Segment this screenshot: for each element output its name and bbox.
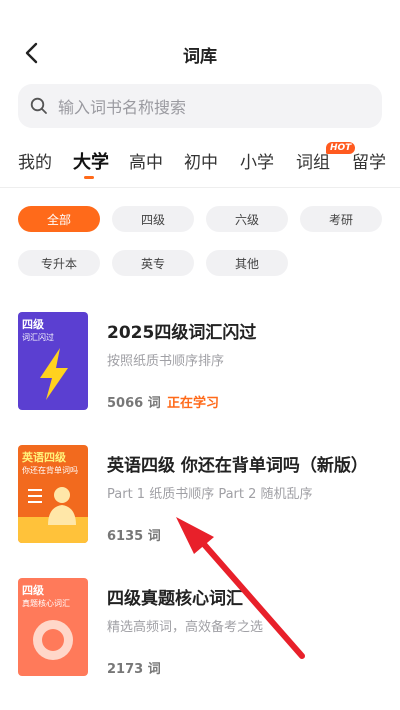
book-title: 2025四级词汇闪过 [107, 323, 257, 343]
word-count: 6135 词 [107, 529, 161, 544]
category-tabs: 我的 大学 高中 初中 小学 词组 HOT 留学 [0, 142, 400, 188]
book-subtitle: 按照纸质书顺序排序 [107, 354, 225, 369]
tab-high-school[interactable]: 高中 [129, 148, 163, 173]
tab-study-abroad[interactable]: 留学 [352, 148, 386, 173]
book-item[interactable]: 英语四级 你还在背单词吗 英语四级 你还在背单词吗（新版） Part 1 纸质书… [18, 445, 382, 545]
active-tab-indicator [84, 176, 94, 179]
person-silhouette-icon [18, 487, 88, 543]
filter-cet4[interactable]: 四级 [112, 206, 194, 232]
book-subtitle: 精选高频词，高效备考之选 [107, 620, 264, 635]
study-status: 正在学习 [167, 396, 220, 411]
word-count: 2173 词 [107, 662, 161, 677]
filter-postgrad[interactable]: 考研 [300, 206, 382, 232]
book-cover: 四级 词汇闪过 [18, 312, 88, 410]
page-title: 词库 [183, 47, 217, 67]
filter-all[interactable]: 全部 [18, 206, 100, 232]
book-item[interactable]: 四级 词汇闪过 2025四级词汇闪过 按照纸质书顺序排序 5066 词 正在学习 [18, 312, 382, 412]
tab-middle-school[interactable]: 初中 [184, 148, 218, 173]
search-input[interactable]: 输入词书名称搜索 [18, 84, 382, 128]
word-count: 5066 词 [107, 396, 161, 411]
book-item[interactable]: 四级 真题核心词汇 四级真题核心词汇 精选高频词，高效备考之选 2173 词 [18, 578, 382, 678]
header: 词库 [0, 0, 400, 80]
target-icon [33, 620, 73, 660]
hot-badge: HOT [326, 142, 356, 154]
filter-upgrade[interactable]: 专升本 [18, 250, 100, 276]
book-title: 四级真题核心词汇 [107, 589, 243, 609]
tab-college[interactable]: 大学 [73, 148, 109, 174]
book-subtitle: Part 1 纸质书顺序 Part 2 随机乱序 [107, 487, 313, 502]
tab-phrases[interactable]: 词组 [296, 148, 330, 173]
tabs-divider [0, 187, 400, 188]
filter-other[interactable]: 其他 [206, 250, 288, 276]
filter-english-major[interactable]: 英专 [112, 250, 194, 276]
search-icon [30, 97, 47, 114]
book-title: 英语四级 你还在背单词吗（新版） [107, 456, 368, 476]
lightning-icon [40, 348, 68, 400]
tab-mine[interactable]: 我的 [18, 148, 52, 173]
tab-primary-school[interactable]: 小学 [240, 148, 274, 173]
search-placeholder: 输入词书名称搜索 [58, 98, 187, 117]
filter-cet6[interactable]: 六级 [206, 206, 288, 232]
book-cover: 四级 真题核心词汇 [18, 578, 88, 676]
book-cover: 英语四级 你还在背单词吗 [18, 445, 88, 543]
